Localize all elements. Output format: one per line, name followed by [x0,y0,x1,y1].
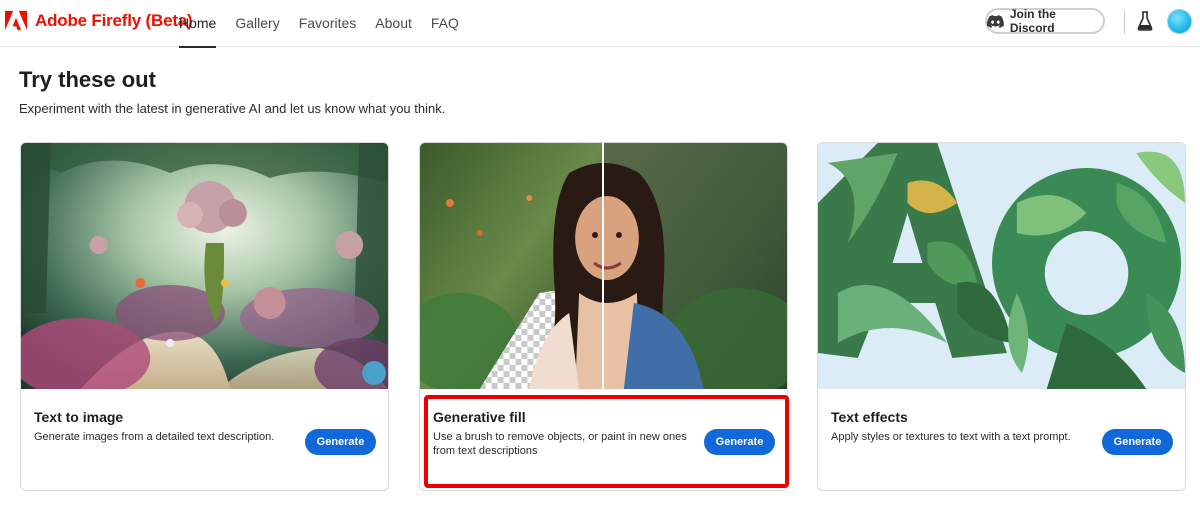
card-description: Use a brush to remove objects, or paint … [433,431,687,457]
leafy-letters-image [818,143,1185,389]
nav-about[interactable]: About [375,0,412,47]
brand-logo-link[interactable]: Adobe Firefly (Beta) [5,10,193,32]
discord-icon [987,14,1004,28]
page-title: Try these out [19,67,156,92]
card-text-effects[interactable]: Text effects Apply styles or textures to… [817,142,1186,491]
generate-button[interactable]: Generate [704,429,775,455]
card-generative-fill[interactable]: Generative fill Use a brush to remove ob… [419,142,788,491]
join-discord-button[interactable]: Join the Discord [985,7,1105,35]
nav-home[interactable]: Home [179,0,217,48]
nav-faq[interactable]: FAQ [431,0,459,47]
adobe-logo-icon [5,10,27,31]
card-text-to-image[interactable]: Text to image Generate images from a det… [20,142,389,491]
card-title: Text effects [831,409,908,425]
page-subtitle: Experiment with the latest in generative… [19,101,446,116]
card-description: Apply styles or textures to text with a … [831,431,1071,443]
fantasy-garden-image [21,143,388,389]
user-avatar[interactable] [1167,9,1192,34]
top-header: Adobe Firefly (Beta) Home Gallery Favori… [0,0,1200,48]
nav-gallery[interactable]: Gallery [235,0,279,47]
flask-icon[interactable] [1137,11,1153,31]
main-nav: Home Gallery Favorites About FAQ [179,0,478,48]
card-description: Generate images from a detailed text des… [34,431,275,443]
card-title: Text to image [34,409,124,425]
woman-portrait-image [420,143,787,389]
nav-favorites[interactable]: Favorites [299,0,357,47]
card-title: Generative fill [433,409,526,425]
join-discord-label: Join the Discord [1009,7,1056,35]
brand-name: Adobe Firefly (Beta) [35,11,193,30]
generate-button[interactable]: Generate [1102,429,1173,455]
generate-button[interactable]: Generate [305,429,376,455]
header-divider [1124,10,1125,34]
